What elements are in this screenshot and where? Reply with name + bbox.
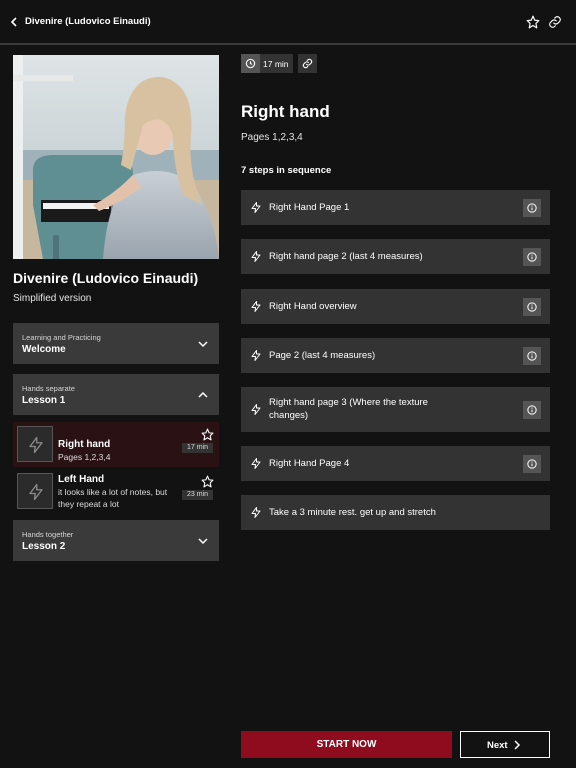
- lesson-item-right-hand[interactable]: Right hand Pages 1,2,3,4 17 min: [13, 422, 219, 467]
- song-subtitle: Simplified version: [13, 293, 92, 304]
- step-label: Page 2 (last 4 measures): [269, 350, 376, 361]
- section-category: Learning and Practicing: [22, 333, 101, 342]
- info-icon: [527, 252, 537, 262]
- info-icon: [527, 459, 537, 469]
- step-label: Right Hand overview: [269, 301, 357, 312]
- lightning-icon: [251, 350, 261, 361]
- start-now-button[interactable]: START NOW: [241, 731, 452, 758]
- back-button[interactable]: [9, 15, 21, 29]
- lesson-detail-pages: Pages 1,2,3,4: [241, 132, 303, 143]
- lesson-description: Pages 1,2,3,4: [58, 452, 111, 462]
- clock-icon: [241, 54, 260, 73]
- lightning-icon: [251, 458, 261, 469]
- info-button[interactable]: [523, 455, 541, 473]
- info-button[interactable]: [523, 401, 541, 419]
- next-label: Next: [487, 740, 508, 751]
- lesson-duration-badge: 17 min: [181, 443, 213, 453]
- lightning-icon: [29, 483, 43, 501]
- lesson-description: it looks like a lot of notes, but they r…: [58, 487, 168, 509]
- copy-link-button[interactable]: [298, 54, 317, 73]
- lightning-icon: [251, 301, 261, 312]
- chevron-left-icon: [10, 17, 17, 27]
- chevron-down-icon: [198, 538, 208, 545]
- section-lesson-2[interactable]: Hands together Lesson 2: [13, 520, 219, 561]
- chevron-right-icon: [513, 740, 521, 750]
- info-icon: [527, 302, 537, 312]
- section-lesson-1[interactable]: Hands separate Lesson 1: [13, 374, 219, 415]
- info-button[interactable]: [523, 298, 541, 316]
- step-label: Right Hand Page 1: [269, 202, 350, 213]
- step-item[interactable]: Right hand page 3 (Where the texture cha…: [241, 387, 550, 432]
- duration-text: 17 min: [263, 59, 289, 69]
- duration-chip: 17 min: [241, 54, 293, 73]
- step-item[interactable]: Take a 3 minute rest. get up and stretch: [241, 495, 550, 530]
- lesson-name: Left Hand: [58, 474, 105, 485]
- step-item[interactable]: Page 2 (last 4 measures): [241, 338, 550, 373]
- star-icon[interactable]: [201, 428, 214, 441]
- song-title: Divenire (Ludovico Einaudi): [13, 270, 199, 286]
- section-name: Lesson 2: [22, 541, 66, 552]
- link-icon: [549, 16, 561, 28]
- lesson-thumbnail: [17, 426, 53, 462]
- info-icon: [527, 203, 537, 213]
- page-title: Divenire (Ludovico Einaudi): [25, 16, 151, 27]
- next-button[interactable]: Next: [460, 731, 550, 758]
- step-item[interactable]: Right Hand Page 4: [241, 446, 550, 481]
- lightning-icon: [251, 404, 261, 415]
- section-category: Hands together: [22, 530, 74, 539]
- lesson-name: Right hand: [58, 439, 111, 450]
- section-category: Hands separate: [22, 384, 75, 393]
- steps-count-label: 7 steps in sequence: [241, 165, 332, 176]
- chevron-down-icon: [198, 341, 208, 348]
- section-welcome[interactable]: Learning and Practicing Welcome: [13, 323, 219, 364]
- share-link-button[interactable]: [548, 15, 562, 29]
- lightning-icon: [251, 251, 261, 262]
- info-button[interactable]: [523, 347, 541, 365]
- info-icon: [527, 351, 537, 361]
- step-item[interactable]: Right Hand Page 1: [241, 190, 550, 225]
- lightning-icon: [251, 507, 261, 518]
- chevron-up-icon: [198, 391, 208, 398]
- step-label: Right hand page 2 (last 4 measures): [269, 251, 423, 262]
- star-icon[interactable]: [201, 475, 214, 488]
- favorite-button[interactable]: [526, 15, 540, 29]
- lesson-detail-title: Right hand: [241, 102, 330, 121]
- info-button[interactable]: [523, 199, 541, 217]
- lesson-thumbnail: [17, 473, 53, 509]
- lightning-icon: [29, 436, 43, 454]
- section-name: Welcome: [22, 344, 66, 355]
- lesson-duration-badge: 23 min: [181, 490, 213, 500]
- step-label: Take a 3 minute rest. get up and stretch: [269, 507, 436, 518]
- step-label: Right Hand Page 4: [269, 458, 350, 469]
- lesson-item-left-hand[interactable]: Left Hand it looks like a lot of notes, …: [13, 469, 219, 514]
- star-icon: [526, 15, 540, 29]
- info-button[interactable]: [523, 248, 541, 266]
- step-item[interactable]: Right Hand overview: [241, 289, 550, 324]
- section-name: Lesson 1: [22, 395, 66, 406]
- link-icon: [302, 58, 313, 69]
- step-label: Right hand page 3 (Where the texture cha…: [269, 397, 428, 421]
- lightning-icon: [251, 202, 261, 213]
- top-bar: Divenire (Ludovico Einaudi): [0, 0, 576, 45]
- step-item[interactable]: Right hand page 2 (last 4 measures): [241, 239, 550, 274]
- info-icon: [527, 405, 537, 415]
- song-cover-image: [13, 55, 219, 259]
